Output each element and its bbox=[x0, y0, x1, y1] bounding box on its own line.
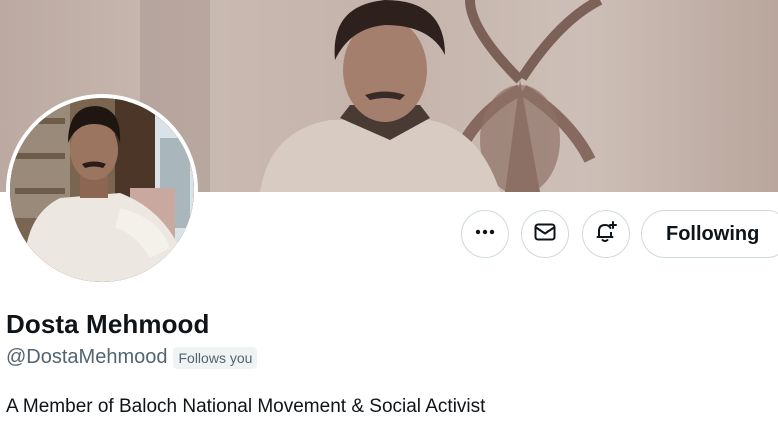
following-label: Following bbox=[666, 222, 760, 245]
bell-plus-icon bbox=[594, 220, 618, 249]
more-options-button[interactable] bbox=[461, 210, 509, 258]
following-button[interactable]: Following bbox=[641, 210, 778, 258]
profile-page: Following Dosta Mehmood @DostaMehmood Fo… bbox=[0, 0, 778, 438]
profile-avatar[interactable] bbox=[6, 94, 198, 286]
follows-you-badge: Follows you bbox=[173, 346, 258, 369]
more-dots-icon bbox=[474, 221, 496, 248]
display-name: Dosta Mehmood bbox=[6, 309, 210, 339]
handle-row: @DostaMehmood Follows you bbox=[6, 346, 258, 369]
profile-bio: A Member of Baloch National Movement & S… bbox=[6, 396, 486, 417]
envelope-icon bbox=[533, 220, 557, 249]
notifications-button[interactable] bbox=[582, 210, 630, 258]
avatar-photo bbox=[10, 98, 194, 282]
username-handle: @DostaMehmood bbox=[6, 346, 168, 368]
message-button[interactable] bbox=[521, 210, 569, 258]
